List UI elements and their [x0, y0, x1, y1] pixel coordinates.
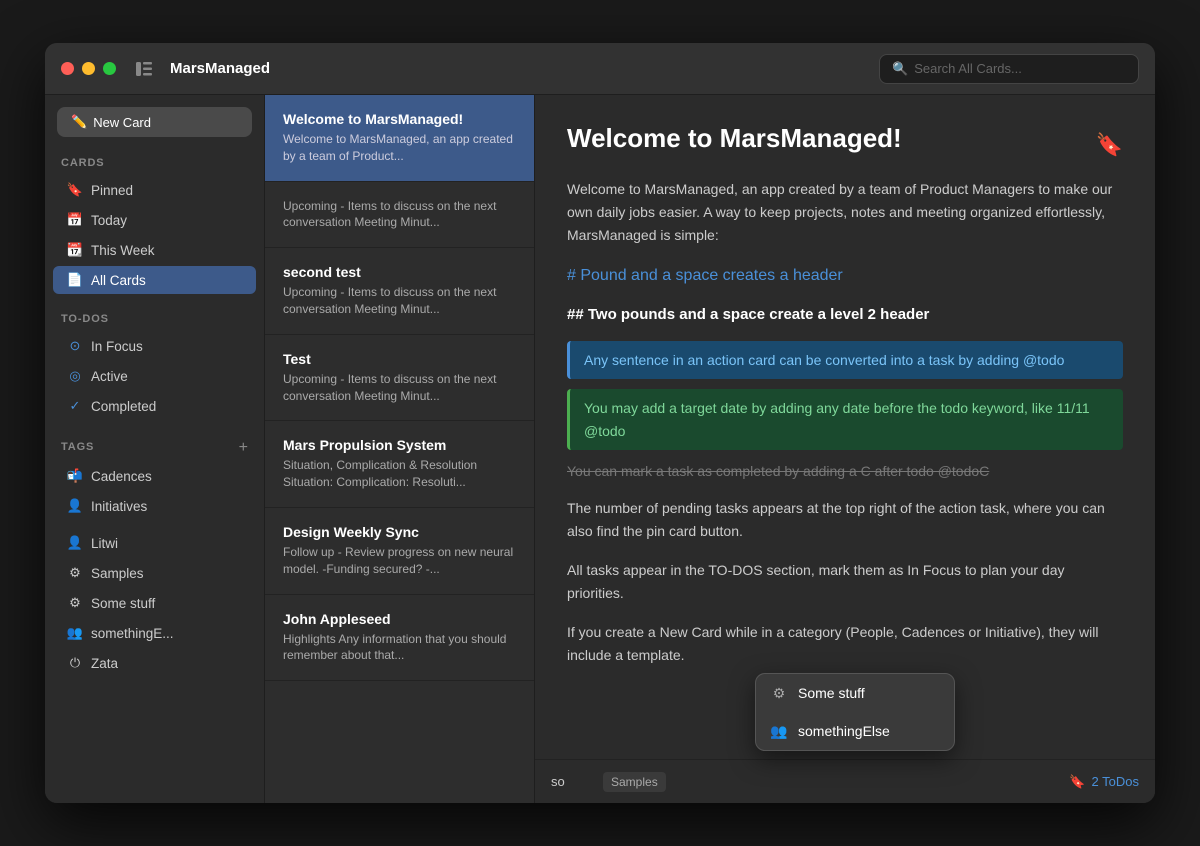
some-stuff-dropdown-icon: ⚙ [770, 684, 788, 702]
cards-section-label: CARDS [45, 153, 264, 173]
todos-count-label: 2 ToDos [1092, 774, 1139, 789]
sidebar-item-some-stuff[interactable]: ⚙ Some stuff [53, 589, 256, 617]
sidebar-item-all-cards[interactable]: 📄 All Cards [53, 266, 256, 294]
cards-list: Welcome to MarsManaged! Welcome to MarsM… [265, 95, 535, 803]
detail-strikethrough: You can mark a task as completed by addi… [567, 460, 1123, 482]
minimize-button[interactable] [82, 62, 95, 75]
tags-section-row: TAGS + [45, 435, 264, 461]
something-else-icon: 👥 [67, 625, 83, 641]
card-item-john-appleseed[interactable]: John Appleseed Highlights Any informatio… [265, 595, 534, 682]
todos-section-label: TO-DOS [45, 309, 264, 329]
detail-header-1: # Pound and a space creates a header [567, 263, 1123, 289]
sidebar-item-litwi[interactable]: 👤 Litwi [53, 529, 256, 557]
detail-view: Welcome to MarsManaged! 🔖 Welcome to Mar… [535, 95, 1155, 803]
zata-icon: ⏻ [67, 655, 83, 671]
app-window: MarsManaged 🔍 Search All Cards... ✏️ New… [45, 43, 1155, 803]
autocomplete-dropdown: ⚙ Some stuff 👥 somethingElse [755, 673, 955, 751]
detail-paragraph-3: All tasks appear in the TO-DOS section, … [567, 559, 1123, 605]
tags-section-label: TAGS [61, 441, 94, 453]
active-icon: ◎ [67, 368, 83, 384]
detail-paragraph-1: Welcome to MarsManaged, an app created b… [567, 178, 1123, 247]
sidebar-item-active[interactable]: ◎ Active [53, 362, 256, 390]
footer-tag-samples[interactable]: Samples [603, 772, 666, 792]
detail-highlight-blue: Any sentence in an action card can be co… [567, 341, 1123, 379]
sidebar-item-pinned[interactable]: 🔖 Pinned [53, 176, 256, 204]
detail-header-2: ## Two pounds and a space create a level… [567, 303, 1123, 327]
card-item-second-test[interactable]: second test Upcoming - Items to discuss … [265, 248, 534, 335]
detail-highlight-green: You may add a target date by adding any … [567, 389, 1123, 450]
search-icon: 🔍 [892, 61, 908, 77]
sidebar-item-initiatives[interactable]: 👤 Initiatives [53, 492, 256, 520]
autocomplete-item-something-else[interactable]: 👥 somethingElse [756, 712, 954, 750]
card-item-upcoming[interactable]: Upcoming - Items to discuss on the next … [265, 182, 534, 249]
in-focus-icon: ⊙ [67, 338, 83, 354]
document-icon: 📄 [67, 272, 83, 288]
detail-paragraph-4: If you create a New Card while in a cate… [567, 621, 1123, 667]
sidebar-item-today[interactable]: 📅 Today [53, 206, 256, 234]
footer-input[interactable] [551, 774, 591, 789]
detail-content: Welcome to MarsManaged! 🔖 Welcome to Mar… [535, 95, 1155, 759]
search-bar[interactable]: 🔍 Search All Cards... [879, 54, 1139, 84]
some-stuff-icon: ⚙ [67, 595, 83, 611]
sidebar-item-cadences[interactable]: 📬 Cadences [53, 462, 256, 490]
plus-icon: ✏️ [71, 114, 87, 130]
sidebar-item-something-else[interactable]: 👥 somethingE... [53, 619, 256, 647]
add-tag-button[interactable]: + [239, 439, 248, 457]
initiatives-icon: 👤 [67, 498, 83, 514]
sidebar-item-in-focus[interactable]: ⊙ In Focus [53, 332, 256, 360]
sidebar-item-this-week[interactable]: 📆 This Week [53, 236, 256, 264]
sidebar: ✏️ New Card CARDS 🔖 Pinned 📅 Today 📆 Thi… [45, 95, 265, 803]
main-content: ✏️ New Card CARDS 🔖 Pinned 📅 Today 📆 Thi… [45, 95, 1155, 803]
detail-paragraph-2: The number of pending tasks appears at t… [567, 497, 1123, 543]
pin-icon: 🔖 [1096, 127, 1123, 162]
calendar-icon: 📅 [67, 212, 83, 228]
sidebar-item-completed[interactable]: ✓ Completed [53, 392, 256, 420]
sidebar-toggle-button[interactable] [128, 53, 160, 85]
card-item-design-weekly[interactable]: Design Weekly Sync Follow up - Review pr… [265, 508, 534, 595]
sidebar-item-samples[interactable]: ⚙ Samples [53, 559, 256, 587]
new-card-button[interactable]: ✏️ New Card [57, 107, 252, 137]
card-item-test[interactable]: Test Upcoming - Items to discuss on the … [265, 335, 534, 422]
card-item-welcome[interactable]: Welcome to MarsManaged! Welcome to MarsM… [265, 95, 534, 182]
card-item-mars-propulsion[interactable]: Mars Propulsion System Situation, Compli… [265, 421, 534, 508]
autocomplete-item-some-stuff[interactable]: ⚙ Some stuff [756, 674, 954, 712]
detail-title-row: Welcome to MarsManaged! 🔖 [567, 123, 1123, 162]
something-else-dropdown-icon: 👥 [770, 722, 788, 740]
traffic-lights [61, 62, 116, 75]
footer-todos[interactable]: 🔖 2 ToDos [1069, 774, 1139, 790]
todos-pin-icon: 🔖 [1069, 774, 1085, 790]
close-button[interactable] [61, 62, 74, 75]
title-bar: MarsManaged 🔍 Search All Cards... [45, 43, 1155, 95]
calendar-week-icon: 📆 [67, 242, 83, 258]
maximize-button[interactable] [103, 62, 116, 75]
samples-icon: ⚙ [67, 565, 83, 581]
detail-footer: Samples 🔖 2 ToDos [535, 759, 1155, 803]
search-placeholder: Search All Cards... [914, 61, 1022, 76]
title-bar-center: MarsManaged [128, 53, 867, 85]
app-title: MarsManaged [170, 60, 270, 77]
sidebar-item-zata[interactable]: ⏻ Zata [53, 649, 256, 677]
tag-label-samples: Samples [611, 775, 658, 789]
cadences-icon: 📬 [67, 468, 83, 484]
detail-title: Welcome to MarsManaged! [567, 123, 902, 154]
completed-icon: ✓ [67, 398, 83, 414]
bookmark-icon: 🔖 [67, 182, 83, 198]
litwi-icon: 👤 [67, 535, 83, 551]
